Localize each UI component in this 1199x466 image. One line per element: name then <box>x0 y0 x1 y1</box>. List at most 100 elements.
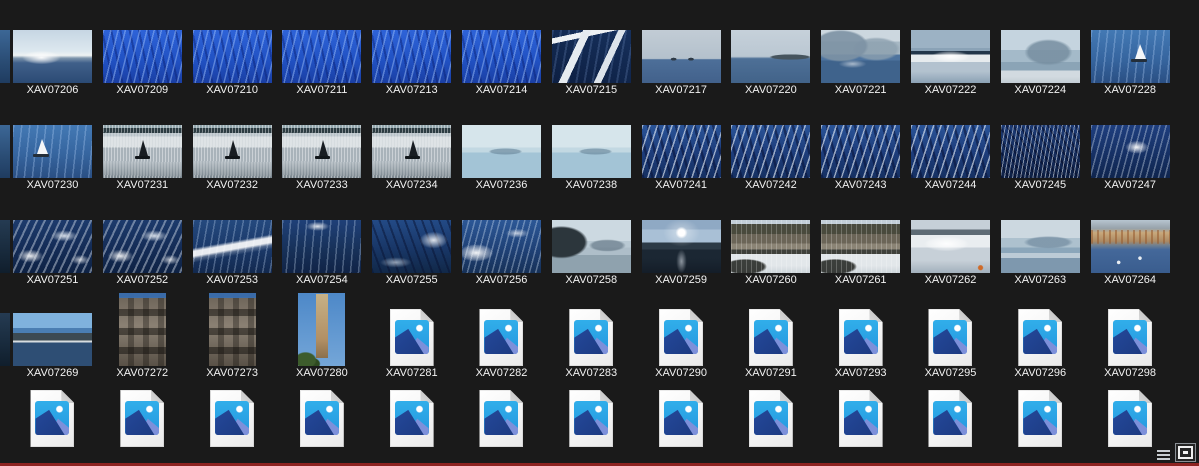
file-browser-window: XAV07206XAV07209 XAV07210 XAV07211 XAV07213… <box>0 0 1199 466</box>
file-item[interactable]: XAV07281 <box>367 293 457 382</box>
file-item[interactable] <box>726 390 816 447</box>
view-toggle-group <box>1156 443 1196 462</box>
photo-thumbnail <box>13 313 92 366</box>
grid-icon-dot <box>1183 451 1188 454</box>
file-item[interactable]: XAV07273 <box>187 293 277 382</box>
file-item[interactable] <box>187 390 277 447</box>
file-item[interactable] <box>906 390 996 447</box>
file-item[interactable]: XAV07255 <box>367 220 457 289</box>
thumbnails-view-button[interactable] <box>1175 443 1196 462</box>
file-item[interactable]: XAV07228 <box>1085 30 1175 99</box>
file-item[interactable]: XAV07263 <box>995 220 1085 289</box>
photo-thumbnail <box>282 125 361 178</box>
photo-thumbnail <box>193 30 272 83</box>
file-item[interactable] <box>367 390 457 447</box>
file-item[interactable]: XAV07243 <box>816 125 906 194</box>
file-item[interactable]: XAV07238 <box>546 125 636 194</box>
file-item[interactable]: XAV07291 <box>726 293 816 382</box>
file-item[interactable] <box>995 390 1085 447</box>
file-item[interactable]: XAV07206 <box>8 30 98 99</box>
photo-thumbnail <box>282 30 361 83</box>
file-item[interactable]: XAV07254 <box>277 220 367 289</box>
file-item[interactable]: XAV07224 <box>995 30 1085 99</box>
image-file-icon <box>659 390 703 447</box>
file-item[interactable]: XAV07247 <box>1085 125 1175 194</box>
photo-thumbnail <box>731 30 810 83</box>
file-item[interactable]: XAV07215 <box>546 30 636 99</box>
file-item[interactable]: XAV07298 <box>1085 293 1175 382</box>
file-item[interactable]: XAV07259 <box>636 220 726 289</box>
file-item[interactable]: XAV07231 <box>97 125 187 194</box>
file-name-label: XAV07210 <box>206 83 258 99</box>
file-item[interactable]: XAV07211 <box>277 30 367 99</box>
file-item[interactable]: XAV07272 <box>97 293 187 382</box>
image-file-icon <box>749 390 793 447</box>
image-glyph <box>1113 401 1147 435</box>
image-glyph <box>215 401 249 435</box>
file-item[interactable]: XAV07233 <box>277 125 367 194</box>
image-glyph <box>35 401 69 435</box>
image-glyph <box>574 320 608 354</box>
file-item[interactable] <box>1085 390 1175 447</box>
file-name-label: XAV07254 <box>296 273 348 289</box>
file-name-label: XAV07255 <box>386 273 438 289</box>
thumbnail-row: XAV07230XAV07231XAV07232XAV07233XAV07234… <box>8 125 1175 194</box>
file-item[interactable]: XAV07244 <box>906 125 996 194</box>
file-item[interactable]: XAV07269 <box>8 293 98 382</box>
file-item[interactable] <box>277 390 367 447</box>
file-item[interactable]: XAV07282 <box>457 293 547 382</box>
file-item[interactable] <box>546 390 636 447</box>
file-item[interactable]: XAV07295 <box>906 293 996 382</box>
file-item[interactable] <box>636 390 726 447</box>
file-item[interactable]: XAV07236 <box>457 125 547 194</box>
file-name-label: XAV07264 <box>1104 273 1156 289</box>
file-item[interactable]: XAV07213 <box>367 30 457 99</box>
file-item[interactable]: XAV07251 <box>8 220 98 289</box>
file-item[interactable]: XAV07245 <box>995 125 1085 194</box>
file-item[interactable]: XAV07283 <box>546 293 636 382</box>
file-item[interactable]: XAV07242 <box>726 125 816 194</box>
file-item[interactable]: XAV07264 <box>1085 220 1175 289</box>
file-item[interactable]: XAV07241 <box>636 125 726 194</box>
file-item[interactable]: XAV07258 <box>546 220 636 289</box>
photo-thumbnail <box>642 125 721 178</box>
file-name-label: XAV07213 <box>386 83 438 99</box>
file-item[interactable]: XAV07209 <box>97 30 187 99</box>
photo-thumbnail <box>821 125 900 178</box>
file-name-label: XAV07256 <box>476 273 528 289</box>
file-item[interactable]: XAV07230 <box>8 125 98 194</box>
file-item[interactable]: XAV07261 <box>816 220 906 289</box>
image-file-icon <box>479 309 523 366</box>
file-item[interactable]: XAV07280 <box>277 293 367 382</box>
file-item[interactable]: XAV07232 <box>187 125 277 194</box>
file-item[interactable]: XAV07293 <box>816 293 906 382</box>
image-file-icon <box>390 390 434 447</box>
file-name-label: XAV07214 <box>476 83 528 99</box>
file-name-label: XAV07244 <box>925 178 977 194</box>
file-item[interactable]: XAV07214 <box>457 30 547 99</box>
file-item[interactable]: XAV07252 <box>97 220 187 289</box>
file-item[interactable]: XAV07221 <box>816 30 906 99</box>
file-item[interactable] <box>97 390 187 447</box>
file-item[interactable]: XAV07253 <box>187 220 277 289</box>
file-item[interactable] <box>816 390 906 447</box>
file-item[interactable]: XAV07210 <box>187 30 277 99</box>
file-item[interactable]: XAV07220 <box>726 30 816 99</box>
image-glyph <box>664 320 698 354</box>
photo-thumbnail <box>642 220 721 273</box>
file-item[interactable]: XAV07260 <box>726 220 816 289</box>
file-item[interactable]: XAV07296 <box>995 293 1085 382</box>
file-item[interactable]: XAV07217 <box>636 30 726 99</box>
file-item[interactable] <box>457 390 547 447</box>
file-item[interactable]: XAV07262 <box>906 220 996 289</box>
photo-thumbnail <box>462 30 541 83</box>
file-item[interactable]: XAV07290 <box>636 293 726 382</box>
photo-thumbnail <box>462 125 541 178</box>
file-item[interactable]: XAV07256 <box>457 220 547 289</box>
image-file-icon <box>479 390 523 447</box>
file-item[interactable]: XAV07234 <box>367 125 457 194</box>
details-view-button[interactable] <box>1156 449 1171 462</box>
file-item[interactable]: XAV07222 <box>906 30 996 99</box>
file-item[interactable] <box>8 390 98 447</box>
file-name-label: XAV07260 <box>745 273 797 289</box>
